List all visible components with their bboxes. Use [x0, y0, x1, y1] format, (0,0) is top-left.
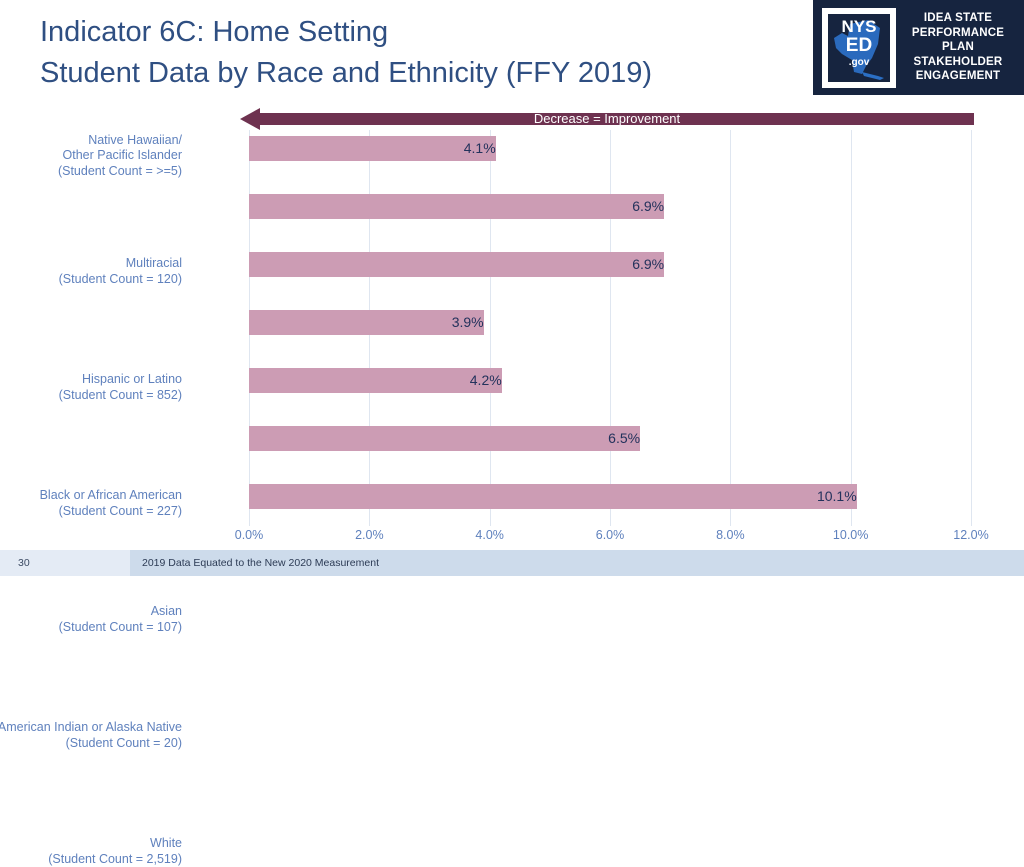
footer-note: 2019 Data Equated to the New 2020 Measur…: [130, 550, 1024, 576]
logo-ed-text: ED: [845, 34, 873, 56]
x-axis-tick-label: 12.0%: [953, 528, 989, 542]
category-label: White (Student Count = 2,519): [48, 836, 182, 866]
bar-row: 4.1% Native Hawaiian/ Other Pacific Islan…: [58, 130, 971, 188]
logo-caption: IDEA STATE PERFORMANCE PLAN STAKEHOLDER …: [911, 12, 1005, 83]
bar-value-label: 6.9%: [632, 256, 665, 272]
category-label: Hispanic or Latino (Student Count = 852): [58, 372, 182, 402]
bar-row: 6.9% Hispanic or Latino (Student Count = …: [59, 246, 971, 402]
category-label: Black or African American (Student Count…: [39, 488, 182, 518]
bar-value-label: 4.2%: [469, 372, 502, 388]
logo-gov-text: .gov: [848, 56, 870, 68]
bar-value-label: 3.9%: [451, 314, 484, 330]
bar-row: 6.9% Multiracial (Student Count = 120): [59, 188, 971, 286]
gridline: [971, 130, 972, 526]
slide-footer: 30 2019 Data Equated to the New 2020 Mea…: [0, 550, 1024, 576]
bar-row: 3.9% Black or African American (Student C…: [40, 304, 971, 518]
bar-value-label: 10.1%: [816, 488, 857, 504]
bar-value-label: 6.5%: [608, 430, 641, 446]
x-axis-tick-label: 0.0%: [234, 528, 264, 542]
x-axis-tick-label: 10.0%: [832, 528, 869, 542]
bar-chart-plot-area: 4.1% Native Hawaiian/ Other Pacific Islan…: [0, 130, 972, 866]
nysed-logo-block: NYS ED .gov IDEA STATE PERFORMANCE PLAN …: [813, 0, 1024, 95]
x-axis-tick-label: 2.0%: [355, 528, 384, 542]
x-axis: 0.0% 2.0% 4.0% 6.0% 8.0% 10.0% 12.0%: [235, 528, 989, 550]
bar-row: 6.5% American Indian or Alaska Native (St…: [0, 420, 971, 750]
x-axis-tick-label: 6.0%: [595, 528, 625, 542]
page-title: Indicator 6C: Home Setting Student Data …: [40, 16, 653, 89]
category-label: Asian (Student Count = 107): [58, 604, 182, 634]
bar-value-label: 6.9%: [632, 198, 665, 214]
bar-row: 4.2% Asian (Student Count = 107): [59, 362, 971, 634]
x-axis-tick-label: 8.0%: [716, 528, 745, 542]
x-axis-tick-label: 4.0%: [475, 528, 504, 542]
category-label: Native Hawaiian/ Other Pacific Islander …: [57, 132, 182, 178]
logo-nys-text: NYS: [841, 16, 877, 36]
category-label: Multiracial (Student Count = 120): [58, 256, 182, 286]
banner-label: Decrease = Improvement: [533, 111, 681, 126]
bar-value-label: 4.1%: [463, 140, 496, 156]
nysed-state-shape-icon: NYS ED .gov: [828, 13, 890, 82]
category-label: American Indian or Alaska Native (Studen…: [0, 720, 182, 750]
nysed-logo-mark: NYS ED .gov: [822, 7, 896, 88]
decrease-improvement-arrow-banner: Decrease = Improvement: [240, 108, 974, 130]
slide-number: 30: [0, 550, 130, 576]
